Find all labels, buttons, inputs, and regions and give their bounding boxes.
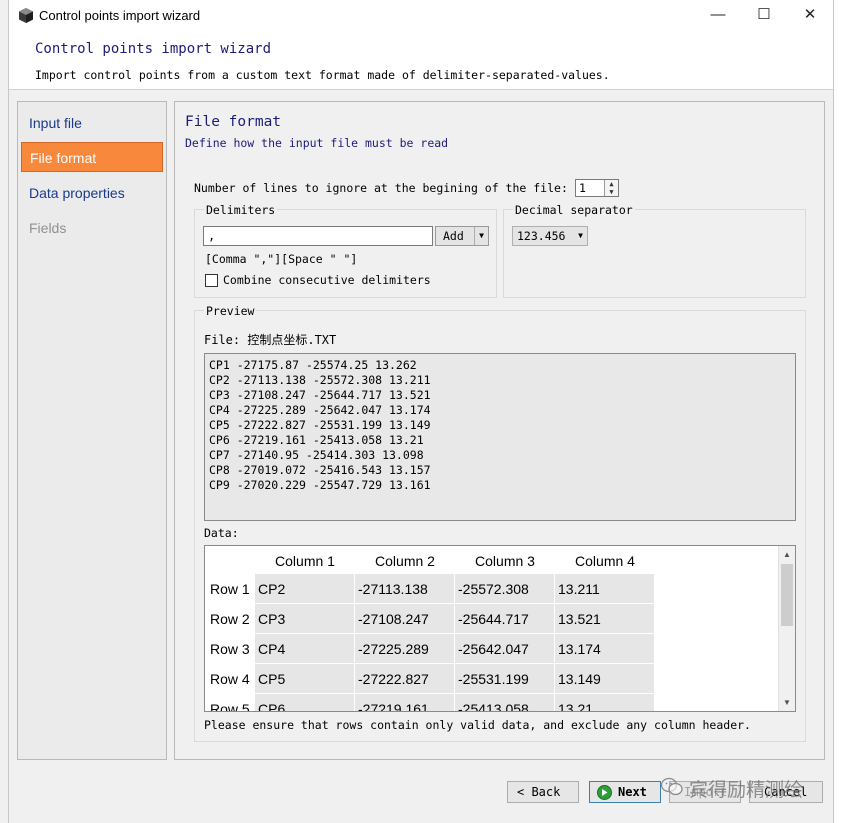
background-window-strip xyxy=(0,0,8,823)
step-file-format[interactable]: File format xyxy=(21,142,163,172)
wizard-window: Control points import wizard — ☐ ✕ Contr… xyxy=(8,0,834,823)
table-cell[interactable]: -25644.717 xyxy=(455,604,555,634)
scrollbar-thumb[interactable] xyxy=(781,564,793,626)
table-cell[interactable]: -27222.827 xyxy=(355,664,455,694)
table-cell[interactable]: CP3 xyxy=(255,604,355,634)
wizard-title: Control points import wizard xyxy=(35,41,272,57)
add-delimiter-button[interactable]: Add ▼ xyxy=(435,226,489,246)
table-cell[interactable]: -27108.247 xyxy=(355,604,455,634)
wechat-logo-icon xyxy=(661,777,683,796)
file-preview-text[interactable]: CP1 -27175.87 -25574.25 13.262 CP2 -2711… xyxy=(204,353,796,521)
wizard-header: Control points import wizard Import cont… xyxy=(9,32,833,90)
section-title: File format xyxy=(185,114,282,130)
column-header-1[interactable]: Column 1 xyxy=(255,548,355,574)
table-cell[interactable]: -27113.138 xyxy=(355,574,455,604)
preview-line: CP8 -27019.072 -25416.543 13.157 xyxy=(209,463,431,477)
wizard-description: Import control points from a custom text… xyxy=(35,68,610,82)
decimal-separator-group xyxy=(503,209,806,298)
data-table[interactable]: Column 1 Column 2 Column 3 Column 4 Row … xyxy=(204,545,796,712)
table-cell[interactable]: 13.21 xyxy=(555,694,655,711)
table-cell[interactable]: 13.174 xyxy=(555,634,655,664)
watermark: 宾得励精测绘 xyxy=(661,774,831,802)
table-cell[interactable]: -25572.308 xyxy=(455,574,555,604)
delimiter-input[interactable]: , xyxy=(203,226,433,246)
step-data-properties[interactable]: Data properties xyxy=(21,178,163,208)
step-input-file[interactable]: Input file xyxy=(21,108,163,138)
table-cell[interactable]: -25413.058 xyxy=(455,694,555,711)
data-hint: Please ensure that rows contain only val… xyxy=(204,718,751,732)
combine-delimiters-checkbox[interactable] xyxy=(205,274,218,287)
add-delimiter-label: Add xyxy=(443,229,464,243)
delimiter-input-value: , xyxy=(208,229,216,243)
table-cell[interactable]: 13.149 xyxy=(555,664,655,694)
back-button[interactable]: < Back xyxy=(507,781,579,803)
table-cell[interactable]: -27219.161 xyxy=(355,694,455,711)
minimize-button[interactable]: — xyxy=(695,0,741,32)
table-cell[interactable]: CP2 xyxy=(255,574,355,604)
row-header: Row 4 xyxy=(205,664,255,694)
preview-group-label: Preview xyxy=(204,304,257,318)
decimal-separator-value: 123.456 xyxy=(517,229,566,243)
step-fields: Fields xyxy=(29,220,67,236)
table-cell[interactable]: 13.211 xyxy=(555,574,655,604)
title-bar: Control points import wizard — ☐ ✕ xyxy=(9,0,833,32)
table-cell[interactable]: -25642.047 xyxy=(455,634,555,664)
chevron-down-icon[interactable]: ▼ xyxy=(474,227,488,245)
decimal-separator-group-label: Decimal separator xyxy=(513,203,635,217)
ignore-lines-spinbox[interactable]: 1 ▲ ▼ xyxy=(575,179,619,197)
ignore-lines-value: 1 xyxy=(579,181,586,195)
cube-app-icon xyxy=(19,8,33,23)
close-button[interactable]: ✕ xyxy=(787,0,833,32)
data-table-label: Data: xyxy=(204,526,239,540)
file-format-panel: File format Define how the input file mu… xyxy=(174,101,825,760)
watermark-text: 宾得励精测绘 xyxy=(689,779,804,801)
table-cell[interactable]: CP6 xyxy=(255,694,355,711)
preview-line: CP5 -27222.827 -25531.199 13.149 xyxy=(209,418,431,432)
back-button-label: < Back xyxy=(517,785,561,799)
column-header-4[interactable]: Column 4 xyxy=(555,548,655,574)
table-cell[interactable]: -27225.289 xyxy=(355,634,455,664)
scroll-up-icon[interactable]: ▲ xyxy=(779,546,795,563)
decimal-separator-dropdown[interactable]: 123.456 ▼ xyxy=(512,226,588,246)
table-vertical-scrollbar[interactable]: ▲ ▼ xyxy=(778,546,795,711)
wizard-steps-nav: Input file File format Data properties F… xyxy=(17,101,167,760)
row-header: Row 5 xyxy=(205,694,255,711)
scroll-down-icon[interactable]: ▼ xyxy=(779,694,795,711)
row-header: Row 2 xyxy=(205,604,255,634)
preview-line: CP6 -27219.161 -25413.058 13.21 xyxy=(209,433,424,447)
preview-line: CP3 -27108.247 -25644.717 13.521 xyxy=(209,388,431,402)
chevron-down-icon: ▼ xyxy=(578,231,583,240)
preview-file-name: File: 控制点坐标.TXT xyxy=(204,333,337,347)
column-header-3[interactable]: Column 3 xyxy=(455,548,555,574)
table-cell[interactable]: -25531.199 xyxy=(455,664,555,694)
row-header: Row 3 xyxy=(205,634,255,664)
preview-line: CP2 -27113.138 -25572.308 13.211 xyxy=(209,373,431,387)
next-button-label: Next xyxy=(618,785,647,799)
row-header: Row 1 xyxy=(205,574,255,604)
table-cell[interactable]: CP4 xyxy=(255,634,355,664)
preview-line: CP1 -27175.87 -25574.25 13.262 xyxy=(209,358,417,372)
combine-delimiters-label: Combine consecutive delimiters xyxy=(223,273,431,287)
delimiters-group-label: Delimiters xyxy=(204,203,278,217)
next-arrow-icon xyxy=(597,785,612,800)
ignore-lines-label: Number of lines to ignore at the beginin… xyxy=(194,181,568,195)
table-cell[interactable]: 13.521 xyxy=(555,604,655,634)
table-cell[interactable]: CP5 xyxy=(255,664,355,694)
preview-line: CP9 -27020.229 -25547.729 13.161 xyxy=(209,478,431,492)
window-title: Control points import wizard xyxy=(39,8,201,23)
current-delimiters: [Comma ","][Space " "] xyxy=(205,252,358,266)
section-description: Define how the input file must be read xyxy=(185,136,449,150)
spin-arrows-icon[interactable]: ▲ ▼ xyxy=(604,180,618,196)
preview-line: CP7 -27140.95 -25414.303 13.098 xyxy=(209,448,424,462)
maximize-button[interactable]: ☐ xyxy=(741,0,787,32)
preview-line: CP4 -27225.289 -25642.047 13.174 xyxy=(209,403,431,417)
next-button[interactable]: Next xyxy=(589,781,661,803)
column-header-2[interactable]: Column 2 xyxy=(355,548,455,574)
